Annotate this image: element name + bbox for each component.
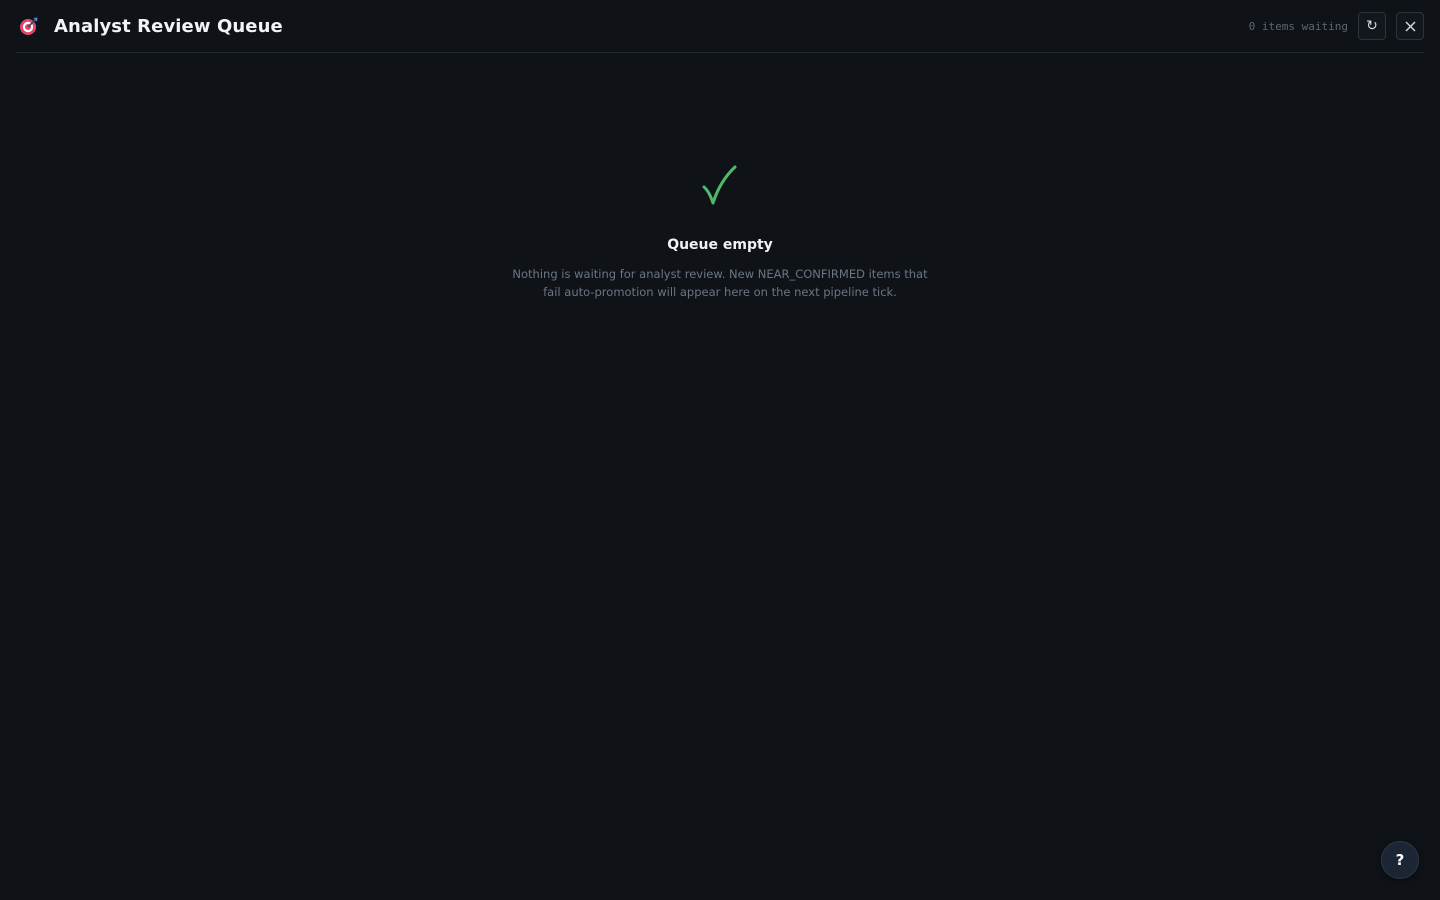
header-bar: Analyst Review Queue 0 items waiting ↻	[16, 0, 1424, 53]
dart-target-icon	[17, 14, 41, 38]
refresh-button[interactable]: ↻	[1358, 12, 1386, 40]
help-button[interactable]: ?	[1381, 841, 1419, 879]
close-button[interactable]	[1396, 12, 1424, 40]
empty-state: Queue empty Nothing is waiting for analy…	[0, 163, 1440, 301]
empty-state-description: Nothing is waiting for analyst review. N…	[512, 267, 928, 299]
page-title: Analyst Review Queue	[54, 15, 283, 37]
help-icon: ?	[1395, 851, 1405, 869]
refresh-icon: ↻	[1366, 18, 1378, 34]
header-actions: 0 items waiting ↻	[1249, 12, 1424, 40]
review-queue-app: Analyst Review Queue 0 items waiting ↻ Q…	[0, 0, 1440, 900]
empty-state-title: Queue empty	[667, 237, 773, 253]
checkmark-icon	[700, 163, 740, 209]
items-waiting-count: 0 items waiting	[1248, 19, 1348, 33]
close-icon	[1405, 21, 1416, 32]
